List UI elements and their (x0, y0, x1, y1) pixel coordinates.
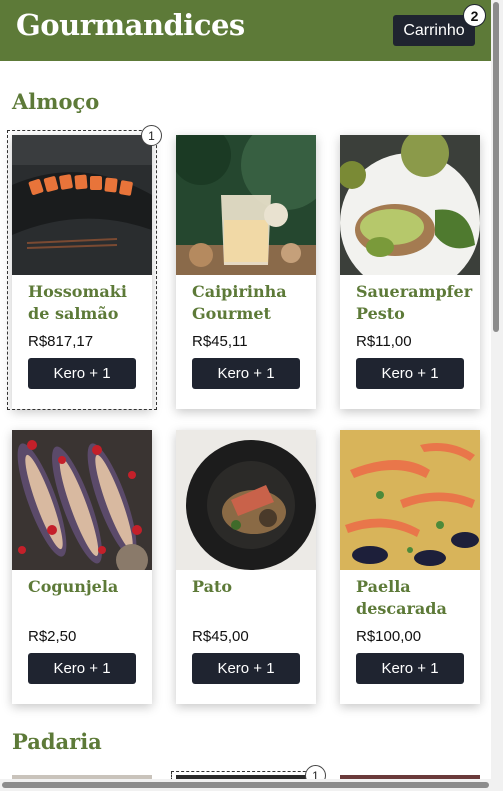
cart-count-badge: 2 (463, 4, 486, 27)
cart-button[interactable]: Carrinho (393, 15, 475, 46)
add-to-cart-button[interactable]: Kero + 1 (356, 358, 464, 389)
product-image (340, 430, 480, 570)
product-name: Cogunjela (28, 577, 119, 596)
product-image (176, 430, 316, 570)
section-title-almoco: Almoço (12, 89, 100, 114)
horizontal-scroll-thumb[interactable] (2, 782, 489, 788)
product-image (12, 430, 152, 570)
product-price: R$2,50 (28, 628, 77, 645)
product-card: Sauerampfer Pesto R$11,00 Kero + 1 (340, 135, 480, 409)
vertical-scroll-thumb[interactable] (493, 2, 499, 332)
product-price: R$45,11 (192, 333, 248, 350)
add-to-cart-button[interactable]: Kero + 1 (356, 653, 464, 684)
item-qty-badge: 1 (141, 125, 162, 146)
product-card: Cogunjela R$2,50 Kero + 1 (12, 430, 152, 704)
product-card: Caipirinha Gourmet R$45,11 Kero + 1 (176, 135, 316, 409)
brand-title: Gourmandices (16, 8, 245, 42)
add-to-cart-button[interactable]: Kero + 1 (28, 653, 136, 684)
product-image (340, 135, 480, 275)
product-card: Pato R$45,00 Kero + 1 (176, 430, 316, 704)
section-title-padaria: Padaria (12, 729, 102, 754)
product-price: R$100,00 (356, 628, 422, 645)
product-name: Caipirinha Gourmet (192, 282, 287, 323)
product-price: R$11,00 (356, 333, 412, 350)
product-name: Paella descarada (356, 577, 447, 618)
product-name: Pato (192, 577, 233, 596)
product-price: R$45,00 (192, 628, 249, 645)
in-cart-outline (7, 130, 157, 410)
product-image (176, 135, 316, 275)
add-to-cart-button[interactable]: Kero + 1 (192, 653, 300, 684)
product-card: Paella descarada R$100,00 Kero + 1 (340, 430, 480, 704)
product-name: Sauerampfer Pesto (356, 282, 473, 323)
add-to-cart-button[interactable]: Kero + 1 (192, 358, 300, 389)
